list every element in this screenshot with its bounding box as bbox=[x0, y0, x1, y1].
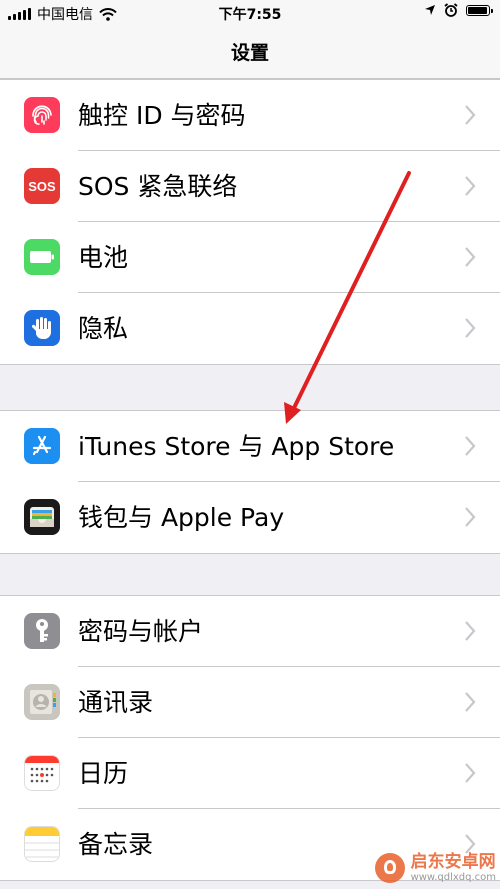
settings-row-label: SOS 紧急联络 bbox=[78, 172, 238, 201]
settings-row-label: 备忘录 bbox=[78, 830, 154, 859]
key-icon bbox=[24, 613, 60, 649]
settings-section-store: iTunes Store 与 App Store 钱包与 Apple Pay bbox=[0, 410, 500, 554]
settings-row-itunes-app-store[interactable]: iTunes Store 与 App Store bbox=[0, 411, 500, 482]
settings-row-label: 日历 bbox=[78, 759, 129, 788]
hand-icon bbox=[24, 310, 60, 346]
chevron-right-icon bbox=[465, 763, 476, 783]
settings-row-label: 通讯录 bbox=[78, 688, 154, 717]
settings-row-contacts[interactable]: 通讯录 bbox=[0, 667, 500, 738]
settings-row-battery[interactable]: 电池 bbox=[0, 222, 500, 293]
watermark-logo-icon bbox=[374, 853, 405, 883]
settings-row-label: 电池 bbox=[78, 243, 129, 272]
settings-row-label: 密码与帐户 bbox=[78, 617, 204, 646]
chevron-right-icon bbox=[465, 507, 476, 527]
status-bar: 中国电信 下午7:55 bbox=[0, 0, 500, 26]
navigation-bar: 设置 bbox=[0, 26, 500, 79]
calendar-icon bbox=[24, 755, 60, 791]
chevron-right-icon bbox=[465, 436, 476, 456]
page-title: 设置 bbox=[230, 42, 269, 64]
settings-row-passwords[interactable]: 密码与帐户 bbox=[0, 596, 500, 667]
settings-row-label: iTunes Store 与 App Store bbox=[78, 432, 395, 461]
settings-row-label: 钱包与 Apple Pay bbox=[78, 503, 285, 532]
settings-section-accounts: 密码与帐户 通讯录 日历 备忘录 bbox=[0, 595, 500, 881]
settings-row-label: 隐私 bbox=[78, 314, 129, 343]
watermark-title: 启东安卓网 bbox=[410, 852, 496, 873]
sos-icon: SOS bbox=[24, 168, 60, 204]
chevron-right-icon bbox=[465, 176, 476, 196]
settings-row-calendar[interactable]: 日历 bbox=[0, 738, 500, 809]
settings-row-privacy[interactable]: 隐私 bbox=[0, 293, 500, 364]
notes-icon bbox=[24, 826, 60, 862]
battery-status-icon bbox=[466, 4, 493, 16]
chevron-right-icon bbox=[465, 318, 476, 338]
location-arrow-icon bbox=[425, 5, 435, 15]
battery-icon bbox=[24, 239, 60, 275]
settings-row-wallet[interactable]: 钱包与 Apple Pay bbox=[0, 482, 500, 553]
wallet-icon bbox=[24, 499, 60, 535]
settings-row-touch-id[interactable]: 触控 ID 与密码 bbox=[0, 80, 500, 151]
app-store-icon bbox=[24, 428, 60, 464]
watermark-url: www.qdlxdq.com bbox=[410, 871, 496, 883]
settings-row-label: 触控 ID 与密码 bbox=[78, 101, 246, 130]
chevron-right-icon bbox=[465, 621, 476, 641]
site-watermark: 启东安卓网 www.qdlxdq.com bbox=[374, 852, 496, 883]
chevron-right-icon bbox=[465, 692, 476, 712]
contacts-icon bbox=[24, 684, 60, 720]
chevron-right-icon bbox=[465, 105, 476, 125]
fingerprint-icon bbox=[24, 97, 60, 133]
settings-section-security: 触控 ID 与密码 SOS SOS 紧急联络 电池 隐私 bbox=[0, 79, 500, 365]
settings-row-sos[interactable]: SOS SOS 紧急联络 bbox=[0, 151, 500, 222]
chevron-right-icon bbox=[465, 247, 476, 267]
alarm-icon bbox=[444, 3, 458, 17]
